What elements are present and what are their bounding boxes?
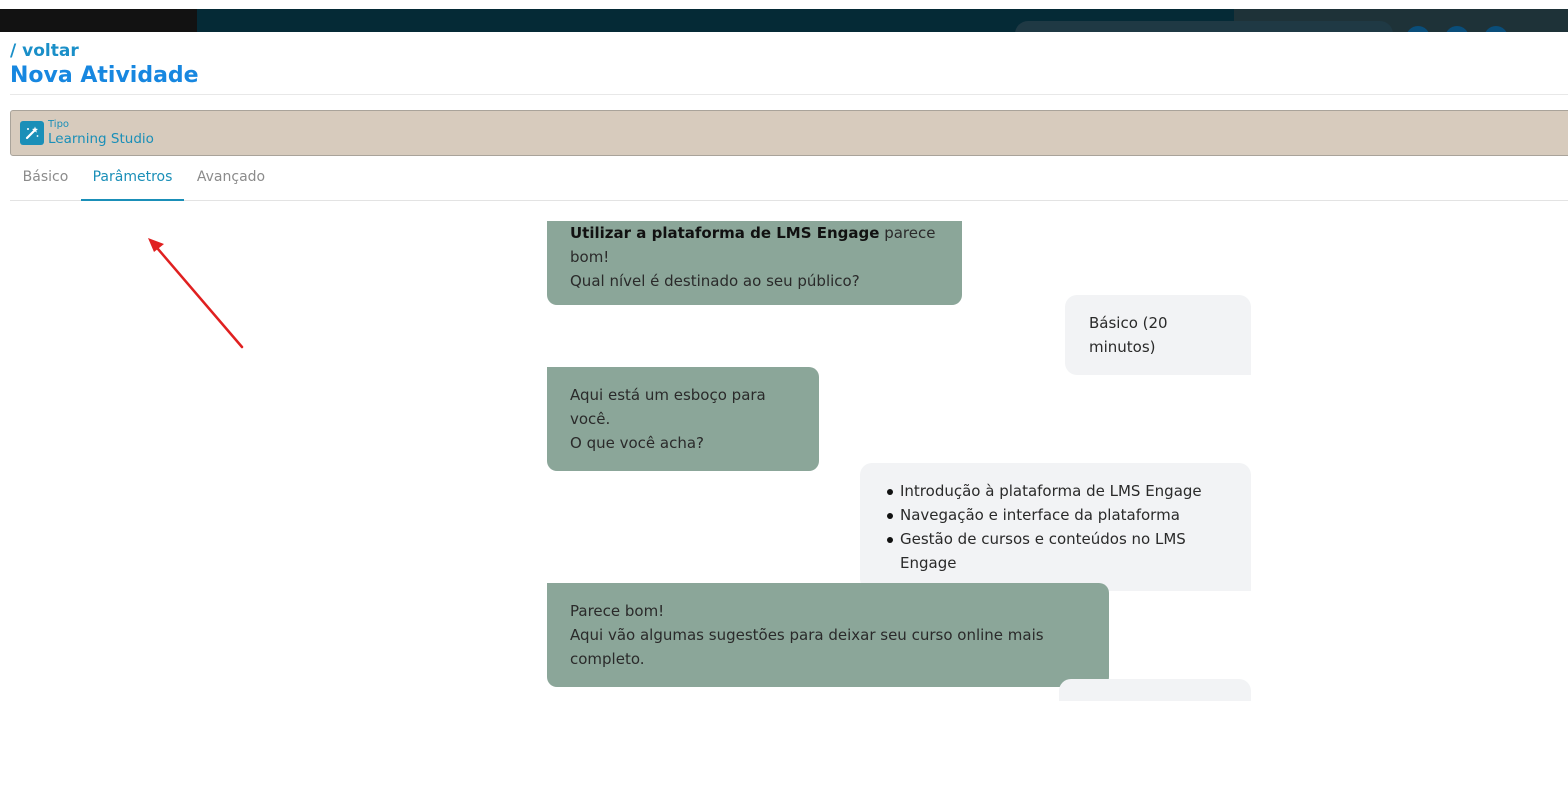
message-text: Básico (20 minutos) <box>1089 314 1168 356</box>
list-item: Introdução à plataforma de LMS Engage <box>884 479 1227 503</box>
list-item: Navegação e interface da plataforma <box>884 503 1227 527</box>
back-link[interactable]: / voltar <box>10 40 199 62</box>
list-item: Gestão de cursos e conteúdos no LMS Enga… <box>884 527 1227 575</box>
app-top-bar <box>0 0 1568 32</box>
tab-avancado[interactable]: Avançado <box>190 160 272 201</box>
bot-message: Utilizar a plataforma de LMS Engage pare… <box>547 221 962 305</box>
tab-parametros[interactable]: Parâmetros <box>81 160 184 201</box>
message-line: Aqui vão algumas sugestões para deixar s… <box>570 626 1044 668</box>
message-line: Qual nível é destinado ao seu público? <box>570 272 860 290</box>
page-title: Nova Atividade <box>10 63 199 88</box>
top-search-pill[interactable] <box>1015 21 1393 32</box>
message-line: Parece bom! <box>570 602 665 620</box>
magic-wand-icon <box>20 121 44 145</box>
bot-message: Parece bom! Aqui vão algumas sugestões p… <box>547 583 1109 687</box>
top-strip <box>0 0 1568 9</box>
header-divider <box>10 94 1568 95</box>
user-message: Básico (20 minutos) <box>1065 295 1251 375</box>
tab-basico[interactable]: Básico <box>10 160 81 201</box>
tab-bar: Básico Parâmetros Avançado <box>10 160 1568 201</box>
red-arrow-icon <box>148 238 244 349</box>
chat-thread: Utilizar a plataforma de LMS Engage pare… <box>547 221 1251 701</box>
message-bold-text: Utilizar a plataforma de LMS Engage <box>570 224 880 242</box>
user-message: Introdução à plataforma de LMS Engage Na… <box>860 463 1251 591</box>
activity-type-bar[interactable]: Tipo Learning Studio <box>10 110 1568 156</box>
message-line: Utilizar a plataforma de LMS Engage pare… <box>570 221 939 269</box>
message-line: O que você acha? <box>570 434 704 452</box>
page-header: / voltar Nova Atividade <box>10 40 199 90</box>
message-line: Aqui está um esboço para você. <box>570 386 766 428</box>
user-message-partial <box>1059 679 1251 701</box>
bot-message: Aqui está um esboço para você. O que voc… <box>547 367 819 471</box>
top-bar-logo-area <box>0 9 197 32</box>
outline-list: Introdução à plataforma de LMS Engage Na… <box>884 479 1227 575</box>
type-value: Learning Studio <box>48 131 154 147</box>
type-label: Tipo <box>48 119 70 130</box>
